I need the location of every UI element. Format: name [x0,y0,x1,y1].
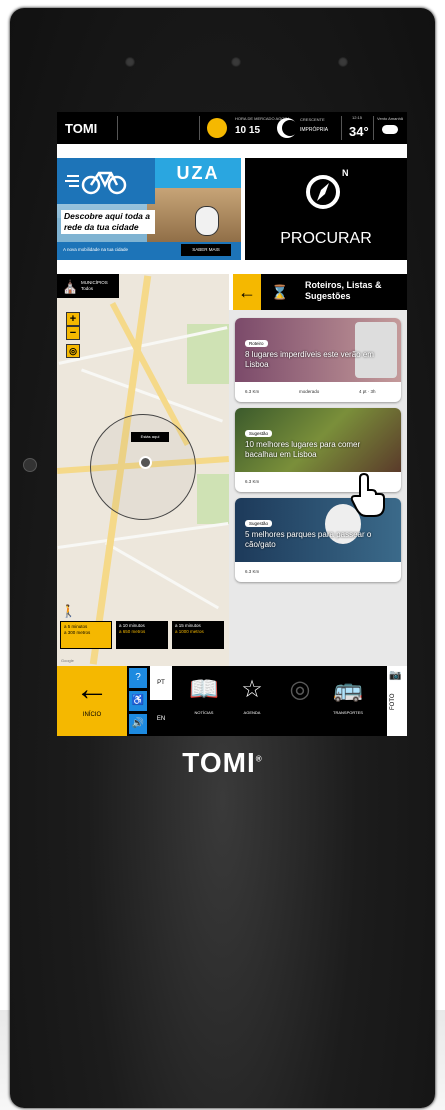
lang-pt-button[interactable]: PT [150,666,172,700]
card-tag: Sugestão [245,520,273,527]
municipios-sub: Todos [81,286,94,291]
building-image [147,186,241,246]
temperature: 34° [349,124,369,139]
building-icon: ⛪ [62,279,79,294]
device-brand: TOMI® [182,747,263,778]
book-icon: 📖 [189,676,219,703]
uza-logo: UZA [155,158,241,188]
foto-button[interactable]: 📷 FOTO [387,666,407,736]
sun-icon [207,118,227,138]
home-label: INÍCIO [82,712,102,718]
park-area [197,474,229,524]
star-icon: ☆ [241,676,263,703]
municipios-title: MUNICÍPIOS [81,280,108,285]
time-10min-button[interactable]: a 10 minutos a 650 metros [116,621,168,649]
map-view[interactable]: ⛪ MUNICÍPIOS Todos + − ◎ Estás aqui 🚶 a 5… [57,274,229,666]
card-title: 10 melhores lugares para comer bacalhau … [245,440,361,459]
list-title: Roteiros, Listas & Sugestões [305,280,382,301]
status-bar: TOMI HORA DE MERCADO AGORA 10 15 CRESCEN… [57,112,407,144]
bottom-nav: ← INÍCIO ? ♿ 🔊 PT EN 📖 NOTÍCIAS ☆ AGENDA… [57,666,407,736]
compass-icon [306,175,340,209]
you-are-here-label: Estás aqui [131,432,169,442]
touch-hand-icon [195,206,219,236]
help-icon[interactable]: ? [129,668,147,688]
moon-icon [277,118,298,138]
walking-icon: 🚶 [61,604,76,618]
list-header: ← ⌛ Roteiros, Listas & Sugestões [233,274,407,310]
bike-icon [65,171,127,195]
moon-label: IMPRÓPRIA [300,127,329,133]
camera-dot [338,57,348,67]
camera-dot [231,57,241,67]
search-button[interactable]: N PROCURAR [245,158,407,260]
cloud-icon [382,125,398,134]
camera-dot [125,57,135,67]
time-15min-button[interactable]: a 15 minutos a 1000 metros [172,621,224,649]
card-duration: 4 pt · 3h [359,389,376,394]
card-distance: 6.3 Km [245,389,260,394]
bus-icon: 🚌 [333,676,363,703]
north-label: N [342,168,349,178]
zoom-in-button[interactable]: + [66,312,80,326]
zoom-out-button[interactable]: − [66,326,80,340]
banner-subtitle: A nova mobilidade na tua cidade [63,247,129,252]
volume-icon[interactable]: 🔊 [129,714,147,734]
uza-banner[interactable]: UZA Descobre aqui toda a rede da tua cid… [57,158,241,260]
location-pin-icon [139,456,152,469]
nav-noticias[interactable]: 📖 NOTÍCIAS [181,670,227,715]
search-label: PROCURAR [280,230,372,247]
moon-caption: CRESCENTE [300,117,325,122]
home-button[interactable]: ← INÍCIO [57,666,127,736]
cloud-caption: Vento Amanhã [377,116,404,121]
list-item[interactable]: Roteiro 8 lugares imperdíveis este verão… [235,318,401,402]
foto-label: FOTO [390,693,396,710]
hourglass-icon: ⌛ [271,284,289,300]
temperature-range: 10 15 [235,125,261,136]
back-arrow-icon: ← [75,670,109,708]
card-tag: Roteiro [245,340,268,347]
bike-box [57,158,155,204]
nav-search[interactable]: ◎ [277,670,323,710]
municipios-button[interactable]: ⛪ MUNICÍPIOS Todos [57,274,119,298]
saber-mais-button[interactable]: SABER MAIS [181,244,231,256]
nav-label: NOTÍCIAS [194,710,214,715]
nav-agenda[interactable]: ☆ AGENDA [229,670,275,715]
accessibility-icon[interactable]: ♿ [129,691,147,711]
banner-tagline: Descobre aqui toda a rede da tua cidade [61,210,155,234]
locate-icon[interactable]: ◎ [66,344,80,358]
card-distance: 6.3 Km [245,479,260,484]
time-5min-button[interactable]: a 5 minutos a 300 metros [60,621,112,649]
card-distance: 6.3 Km [245,569,260,574]
compass-icon: ◎ [289,676,311,703]
back-arrow-button[interactable]: ← [233,274,261,310]
nav-transportes[interactable]: 🚌 TRANSPORTES [325,670,371,715]
logo: TOMI [65,121,98,136]
card-tag: Sugestão [245,430,273,437]
nav-label: AGENDA [243,710,261,715]
time: 12:15 [352,115,363,120]
card-difficulty: moderado [299,389,320,394]
nav-label: TRANSPORTES [333,710,363,715]
side-sensor-icon [23,458,37,472]
kiosk-screen: TOMI HORA DE MERCADO AGORA 10 15 CRESCEN… [57,112,407,736]
card-title: 5 melhores parques para passear o cão/ga… [245,530,372,549]
map-attribution: Google [61,658,74,663]
card-title: 8 lugares imperdíveis este verão em Lisb… [245,350,374,369]
camera-icon: 📷 [389,670,402,681]
pointer-hand-icon [350,472,385,517]
lang-en-button[interactable]: EN [150,702,172,736]
